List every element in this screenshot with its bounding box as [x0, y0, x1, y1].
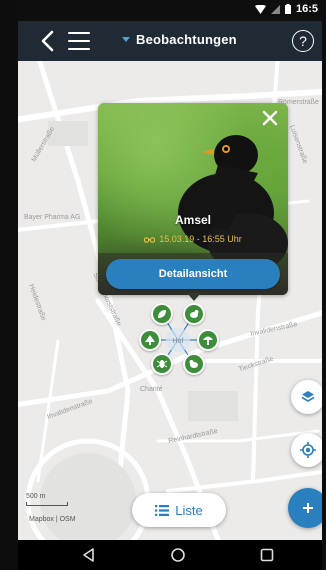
list-view-button[interactable]: Liste — [132, 493, 226, 527]
marker-bird-2[interactable] — [183, 353, 205, 375]
crosshair-location-icon — [300, 442, 316, 458]
bird-icon — [189, 360, 198, 368]
plus-icon — [303, 503, 313, 513]
device-bezel-left — [0, 0, 18, 570]
page-title: Beobachtungen — [136, 32, 237, 47]
nav-home-icon[interactable] — [170, 547, 186, 563]
layers-icon — [301, 391, 315, 402]
map-scale-bar — [26, 502, 68, 506]
locate-me-button[interactable] — [291, 433, 325, 467]
marker-leaf[interactable] — [151, 303, 173, 325]
title-dropdown[interactable]: Beobachtungen — [122, 32, 237, 47]
hamburger-menu-icon[interactable] — [68, 32, 90, 50]
app-bar: Beobachtungen ? — [18, 21, 322, 61]
help-button[interactable]: ? — [292, 30, 314, 52]
leaf-icon — [158, 310, 166, 318]
back-arrow-icon[interactable] — [38, 30, 58, 52]
signal-icon — [270, 4, 280, 14]
wifi-icon — [254, 4, 266, 14]
cluster-center-label: Hof — [173, 338, 184, 345]
insect-icon — [156, 360, 168, 368]
nav-recents-icon[interactable] — [259, 547, 275, 563]
observation-cluster[interactable]: Hof — [138, 300, 219, 380]
list-icon — [155, 504, 170, 516]
bird-icon — [190, 310, 199, 318]
species-name: Amsel — [174, 213, 212, 227]
add-observation-button[interactable] — [288, 488, 326, 528]
app-screen: 16:5 Beobachtungen ? Römerstraße Müllers… — [0, 0, 326, 570]
dropdown-caret-icon — [122, 37, 130, 42]
status-icons: 16:5 — [254, 3, 318, 15]
nav-back-icon[interactable] — [81, 547, 97, 563]
marker-mushroom[interactable] — [197, 329, 219, 351]
popup-pointer — [187, 293, 201, 301]
battery-icon — [284, 4, 291, 14]
system-navigation-bar — [18, 540, 322, 570]
list-button-label: Liste — [175, 502, 203, 518]
device-bezel-right — [322, 0, 326, 570]
observation-date-row: 15.03.19 - 16:55 Uhr — [98, 234, 288, 244]
status-bar: 16:5 — [18, 0, 322, 21]
marker-insect[interactable] — [151, 353, 173, 375]
map-scale-label: 500 m — [26, 493, 46, 500]
tree-icon — [145, 335, 155, 345]
observation-popup[interactable]: Amsel 15.03.19 - 16:55 Uhr Detailansicht — [98, 103, 288, 301]
close-icon[interactable] — [262, 110, 278, 126]
marker-tree[interactable] — [139, 329, 161, 351]
map-attribution-link[interactable]: Mapbox | OSM — [29, 516, 76, 523]
street-label: Charité — [140, 386, 163, 393]
layers-button[interactable] — [291, 380, 325, 414]
observation-date: 15.03.19 - 16:55 Uhr — [159, 234, 242, 244]
street-label: Bayer Pharma AG — [24, 214, 81, 221]
marker-bird[interactable] — [183, 303, 205, 325]
clock-text: 16:5 — [295, 3, 318, 15]
mushroom-icon — [203, 336, 213, 345]
binoculars-icon — [144, 236, 156, 243]
detail-view-button[interactable]: Detailansicht — [106, 259, 280, 289]
